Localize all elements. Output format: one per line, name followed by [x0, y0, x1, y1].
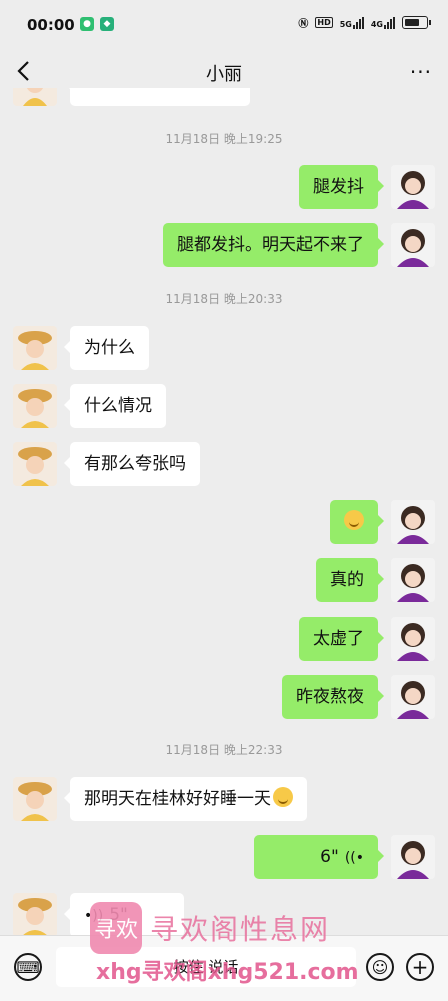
- signal-5g-icon: 5G: [339, 16, 364, 29]
- watermark-url: xhg寻欢阁xhg521.com: [96, 960, 359, 985]
- message-bubble-incoming[interactable]: 那明天在桂林好好睡一天: [64, 777, 307, 821]
- contact-avatar[interactable]: [13, 88, 57, 106]
- message-bubble-incoming[interactable]: 有那么夸张吗: [64, 442, 200, 486]
- app-notification-icon: ●: [80, 17, 94, 31]
- message-text: 那明天在桂林好好睡一天: [84, 789, 271, 809]
- my-avatar[interactable]: [391, 500, 435, 544]
- my-avatar[interactable]: [391, 165, 435, 209]
- contact-name-title: 小丽: [206, 64, 242, 85]
- more-plus-icon[interactable]: +: [406, 953, 434, 981]
- contact-avatar[interactable]: [13, 384, 57, 428]
- hd-icon: HD: [315, 17, 333, 28]
- message-bubble-outgoing[interactable]: 腿都发抖。明天起不来了: [163, 223, 384, 267]
- status-bar: 00:00 ● ◆ Ⓝ HD 5G 4G: [0, 0, 448, 50]
- status-indicators: Ⓝ HD 5G 4G: [298, 15, 431, 30]
- my-avatar[interactable]: [391, 617, 435, 661]
- message-bubble-outgoing[interactable]: 昨夜熬夜: [282, 675, 384, 719]
- signal-4g-icon: 4G: [370, 16, 395, 29]
- message-bubble-outgoing[interactable]: 太虚了: [299, 617, 384, 661]
- watermark-overlay: 寻欢 寻欢阁性息网 xhg寻欢阁xhg521.com: [90, 902, 360, 992]
- my-avatar[interactable]: [391, 675, 435, 719]
- network-type: 5G: [339, 19, 352, 29]
- network-type-2: 4G: [370, 19, 383, 29]
- emoji-button-icon[interactable]: ☺: [366, 953, 394, 981]
- message-timestamp: 11月18日 晚上22:33: [165, 743, 283, 757]
- my-avatar[interactable]: [391, 835, 435, 879]
- app-notification-icon-2: ◆: [100, 17, 114, 31]
- battery-icon: [402, 16, 431, 29]
- contact-avatar[interactable]: [13, 893, 57, 935]
- more-options-icon[interactable]: ···: [410, 60, 432, 84]
- my-avatar[interactable]: [391, 223, 435, 267]
- watermark-site-name: 寻欢阁性息网: [150, 913, 331, 946]
- thinking-emoji-icon: [273, 787, 293, 807]
- contact-avatar[interactable]: [13, 326, 57, 370]
- laughing-crying-emoji-icon: [344, 510, 364, 530]
- message-list[interactable]: 11月18日 晚上19:25 腿发抖 腿都发抖。明天起不来了 11月18日 晚上…: [0, 88, 448, 935]
- message-bubble-incoming[interactable]: 为什么: [64, 326, 149, 370]
- message-bubble-incoming[interactable]: [64, 88, 250, 106]
- contact-avatar[interactable]: [13, 442, 57, 486]
- message-timestamp: 11月18日 晚上19:25: [165, 132, 283, 146]
- nfc-icon: Ⓝ: [298, 19, 309, 30]
- message-bubble-outgoing[interactable]: [330, 500, 384, 544]
- status-time: 00:00: [27, 16, 75, 34]
- message-bubble-outgoing[interactable]: 腿发抖: [299, 165, 384, 209]
- message-bubble-outgoing[interactable]: 真的: [316, 558, 384, 602]
- contact-avatar[interactable]: [13, 777, 57, 821]
- voice-duration: 6": [320, 847, 339, 867]
- voice-message-outgoing[interactable]: 6" ((•: [254, 835, 384, 879]
- my-avatar[interactable]: [391, 558, 435, 602]
- watermark-logo: 寻欢: [90, 902, 142, 954]
- message-timestamp: 11月18日 晚上20:33: [165, 292, 283, 306]
- keyboard-toggle-icon[interactable]: ⌨: [14, 953, 42, 981]
- message-bubble-incoming[interactable]: 什么情况: [64, 384, 166, 428]
- voice-wave-icon: ((•: [344, 850, 364, 866]
